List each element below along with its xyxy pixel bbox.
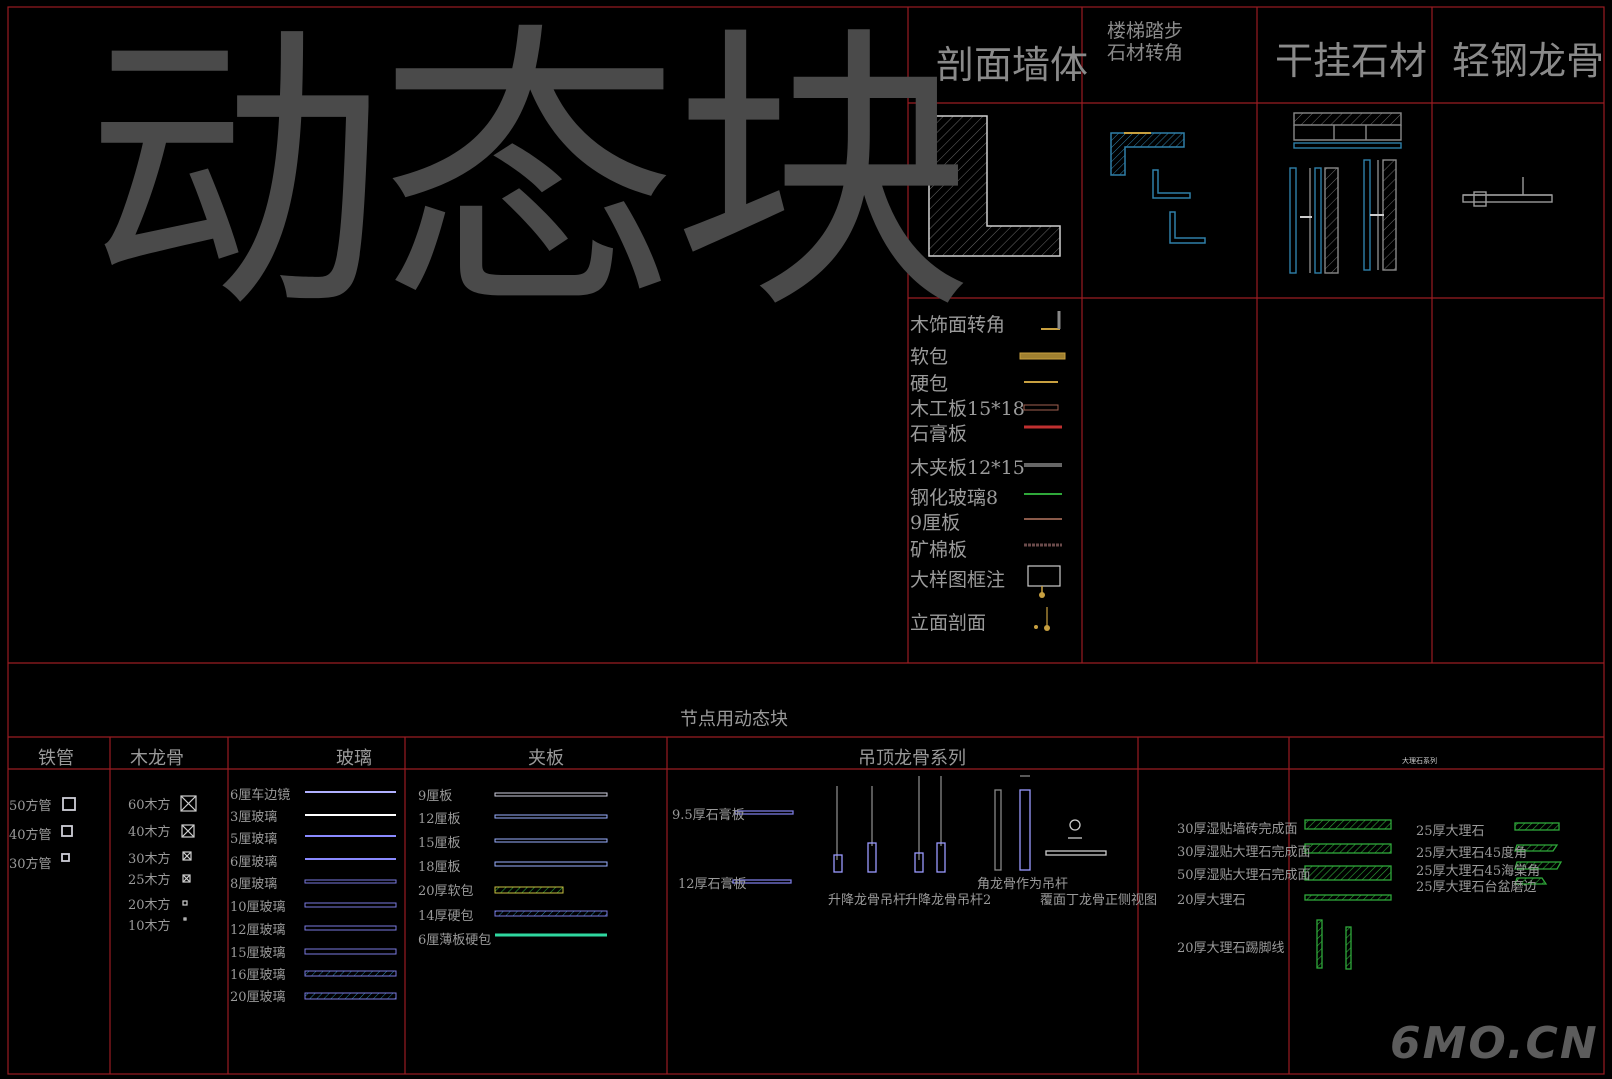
iron-tube-symbols <box>61 797 76 862</box>
light-steel-keel-symbol[interactable] <box>1462 177 1553 207</box>
wood-item: 60木方 <box>128 798 171 813</box>
marble-item: 20厚大理石踢脚线 <box>1177 941 1285 956</box>
board-item: 15厘板 <box>418 836 461 851</box>
wood-item: 10木方 <box>128 919 171 934</box>
marble-item: 20厚大理石 <box>1177 893 1246 908</box>
board-item: 20厚软包 <box>418 884 474 899</box>
legend-item: 大样图框注 <box>910 569 1006 591</box>
marble-item: 30厚湿贴墙砖完成面 <box>1177 822 1298 837</box>
header-light-steel: 轻钢龙骨 <box>1452 39 1605 83</box>
wood-item: 30木方 <box>128 852 171 867</box>
header-section-wall: 剖面墙体 <box>936 43 1089 87</box>
ceiling-keel-drawings <box>732 775 1107 884</box>
glass-item: 10厘玻璃 <box>230 900 286 915</box>
glass-item: 5厘玻璃 <box>230 832 278 847</box>
nodes-section-title: 节点用动态块 <box>680 709 788 730</box>
legend-swatches <box>1019 311 1066 631</box>
glass-item: 12厘玻璃 <box>230 923 286 938</box>
column-marble: 大理石系列 <box>1402 757 1437 765</box>
wood-item: 20木方 <box>128 898 171 913</box>
iron-item: 40方管 <box>9 828 52 843</box>
legend-item: 矿棉板 <box>910 539 968 561</box>
glass-item: 15厘玻璃 <box>230 946 286 961</box>
ceiling-caption: 升降龙骨吊杆 <box>828 893 907 908</box>
column-wood: 木龙骨 <box>130 748 184 769</box>
glass-lines <box>304 791 397 1000</box>
legend-item: 立面剖面 <box>910 612 987 634</box>
legend-item: 硬包 <box>910 373 949 395</box>
board-item: 6厘薄板硬包 <box>418 933 492 948</box>
legend-item: 9厘板 <box>910 512 961 534</box>
ceiling-item: 9.5厚石膏板 <box>672 808 745 823</box>
iron-item: 30方管 <box>9 857 52 872</box>
header-dry-stone: 干挂石材 <box>1275 39 1428 83</box>
column-board: 夹板 <box>528 748 564 769</box>
legend-item: 软包 <box>910 346 949 368</box>
dry-hung-stone-symbol[interactable] <box>1289 112 1402 274</box>
marble-item: 30厚湿贴大理石完成面 <box>1177 845 1311 860</box>
marble-item: 50厚湿贴大理石完成面 <box>1177 868 1311 883</box>
wood-keel-symbols <box>180 795 197 921</box>
column-ceiling: 吊顶龙骨系列 <box>858 748 966 769</box>
iron-item: 50方管 <box>9 799 52 814</box>
column-iron: 铁管 <box>38 748 74 769</box>
header-stair-line1: 楼梯踏步 <box>1107 20 1184 42</box>
legend-item: 木饰面转角 <box>910 314 1006 336</box>
board-item: 18厘板 <box>418 860 461 875</box>
board-item: 14厚硬包 <box>418 909 474 924</box>
glass-item: 3厘玻璃 <box>230 810 278 825</box>
stair-corner-symbol[interactable] <box>1110 132 1206 244</box>
header-stair-line2: 石材转角 <box>1107 42 1184 64</box>
ceiling-caption: 覆面丁龙骨正侧视图 <box>1040 893 1158 908</box>
board-item: 12厘板 <box>418 812 461 827</box>
watermark: 6MO.CN <box>1390 1018 1599 1069</box>
ceiling-item: 12厚石膏板 <box>678 877 747 892</box>
board-item: 9厘板 <box>418 789 453 804</box>
page-title: 动态块 <box>85 0 973 349</box>
glass-item: 6厘车边镜 <box>230 788 291 803</box>
glass-item: 8厘玻璃 <box>230 877 278 892</box>
marble-item: 25厚大理石 <box>1416 824 1485 839</box>
glass-item: 6厘玻璃 <box>230 855 278 870</box>
glass-item: 20厘玻璃 <box>230 990 286 1005</box>
wood-item: 40木方 <box>128 825 171 840</box>
column-glass: 玻璃 <box>336 748 372 769</box>
legend-item: 木夹板12*15 <box>910 457 1025 479</box>
board-lines <box>494 792 608 937</box>
glass-item: 16厘玻璃 <box>230 968 286 983</box>
legend-item: 石膏板 <box>910 423 968 445</box>
legend-item: 木工板15*18 <box>910 398 1025 420</box>
legend-item: 钢化玻璃8 <box>910 487 999 509</box>
marble-item: 25厚大理石45度角 <box>1416 846 1528 861</box>
wood-item: 25木方 <box>128 873 171 888</box>
marble-item: 25厚大理石台盆磨边 <box>1416 880 1537 895</box>
